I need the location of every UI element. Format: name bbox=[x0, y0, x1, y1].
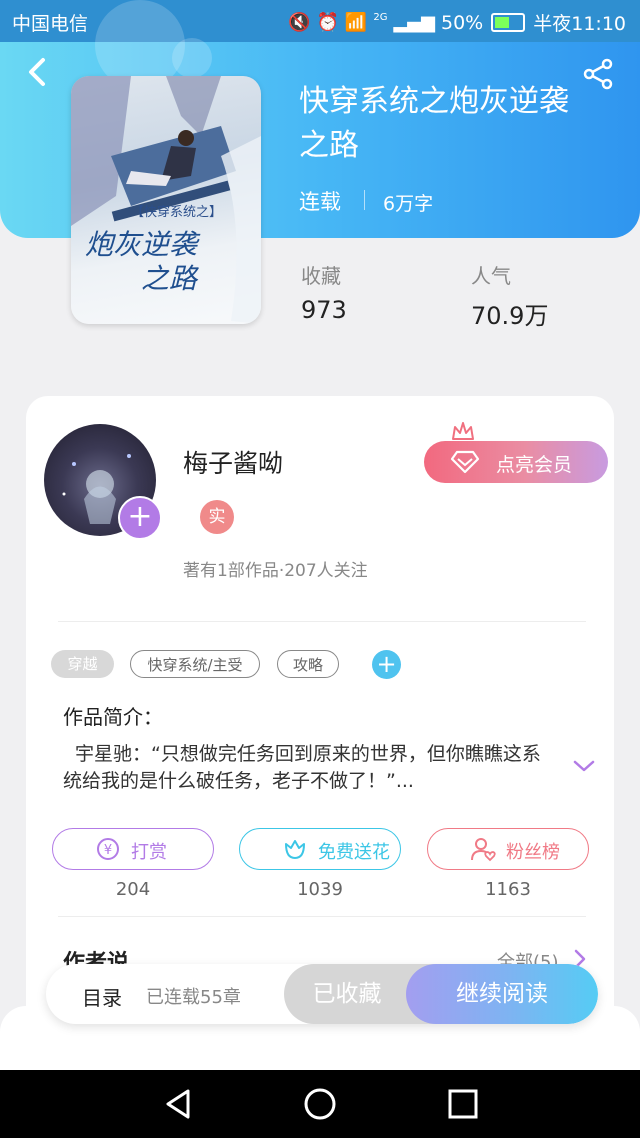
tag-chip[interactable]: 穿越 bbox=[51, 650, 114, 678]
reward-button[interactable]: ¥ 打赏 bbox=[52, 828, 214, 870]
svg-text:¥: ¥ bbox=[104, 843, 112, 858]
collected-label: 已收藏 bbox=[312, 981, 382, 1007]
add-tag-button[interactable]: + bbox=[372, 650, 401, 679]
intro-label: 作品简介： bbox=[63, 705, 163, 729]
word-count: 6万字 bbox=[383, 193, 434, 215]
battery-percent: 50% bbox=[441, 11, 484, 34]
battery-icon bbox=[491, 13, 526, 32]
divider bbox=[58, 621, 586, 622]
system-nav-bar bbox=[0, 1070, 640, 1138]
author-name[interactable]: 梅子酱呦 bbox=[183, 444, 283, 480]
user-heart-icon bbox=[471, 838, 496, 862]
send-flower-button[interactable]: 免费送花 bbox=[239, 828, 401, 870]
crown-icon bbox=[452, 422, 474, 440]
reward-count: 204 bbox=[115, 879, 151, 900]
intro-text[interactable]: 宇星驰：“只想做完任务回到原来的世界，但你瞧瞧这系统给我的是什么破任务，老子不做… bbox=[63, 741, 553, 795]
back-icon[interactable] bbox=[24, 54, 50, 90]
book-cover[interactable]: 【快穿系统之】 炮灰逆袭 之路 bbox=[71, 76, 261, 324]
chevron-down-icon[interactable] bbox=[572, 758, 596, 774]
mute-icon: 🔇 bbox=[288, 12, 311, 33]
chapter-count: 已连载55章 bbox=[146, 987, 241, 1008]
fan-ranking-label: 粉丝榜 bbox=[506, 842, 560, 863]
clock: 半夜11:10 bbox=[533, 13, 626, 35]
verified-badge: 实 bbox=[200, 500, 234, 534]
divider bbox=[364, 190, 365, 210]
flower-icon bbox=[285, 840, 305, 859]
collect-value: 973 bbox=[301, 296, 347, 324]
diamond-icon bbox=[450, 450, 480, 474]
book-title: 快穿系统之炮灰逆袭之路 bbox=[299, 84, 569, 163]
nav-home-icon[interactable] bbox=[302, 1086, 338, 1122]
status-icons: 🔇 ⏰ 📶 2G ▂▄▆ 50% 半夜11:10 bbox=[288, 9, 626, 36]
divider bbox=[58, 916, 586, 917]
reward-label: 打赏 bbox=[131, 842, 167, 863]
toc-button[interactable]: 目录 bbox=[82, 982, 122, 1011]
send-flower-label: 免费送花 bbox=[318, 842, 390, 863]
signal-icon: ▂▄▆ bbox=[393, 12, 435, 33]
collect-label: 收藏 bbox=[301, 264, 341, 288]
follow-author-button[interactable]: + bbox=[118, 496, 162, 540]
tag-chip[interactable]: 攻略 bbox=[277, 650, 339, 678]
nav-recents-icon[interactable] bbox=[445, 1086, 481, 1122]
nav-back-icon[interactable] bbox=[160, 1086, 196, 1122]
vip-button-label: 点亮会员 bbox=[496, 454, 573, 476]
flower-count: 1039 bbox=[297, 879, 343, 900]
continue-reading-button[interactable]: 继续阅读 bbox=[406, 964, 598, 1024]
vip-button[interactable]: 点亮会员 bbox=[424, 441, 608, 483]
carrier-label: 中国电信 bbox=[12, 13, 89, 35]
yen-coin-icon: ¥ bbox=[97, 838, 119, 860]
wifi-icon: 📶 bbox=[344, 12, 368, 33]
cover-illustration: 【快穿系统之】 炮灰逆袭 之路 bbox=[71, 76, 261, 324]
fan-count: 1163 bbox=[485, 879, 531, 900]
popularity-label: 人气 bbox=[471, 264, 511, 288]
author-meta: 著有1部作品·207人关注 bbox=[183, 561, 368, 581]
tag-chip[interactable]: 快穿系统/主受 bbox=[130, 650, 260, 678]
cover-title-line1: 炮灰逆袭 bbox=[85, 228, 201, 261]
decor-bubble bbox=[172, 38, 212, 78]
cover-subtitle: 【快穿系统之】 bbox=[131, 204, 222, 220]
book-status: 连载 bbox=[299, 190, 341, 214]
cover-title-line2: 之路 bbox=[141, 262, 199, 295]
alarm-icon: ⏰ bbox=[316, 12, 339, 33]
reading-action-bar: 目录 已连载55章 已收藏 继续阅读 bbox=[46, 964, 598, 1024]
popularity-value: 70.9万 bbox=[471, 302, 549, 330]
intro-text-content: 宇星驰：“只想做完任务回到原来的世界，但你瞧瞧这系统给我的是什么破任务，老子不做… bbox=[63, 743, 541, 792]
network-type: 2G bbox=[373, 12, 388, 23]
fan-ranking-button[interactable]: 粉丝榜 bbox=[427, 828, 589, 870]
